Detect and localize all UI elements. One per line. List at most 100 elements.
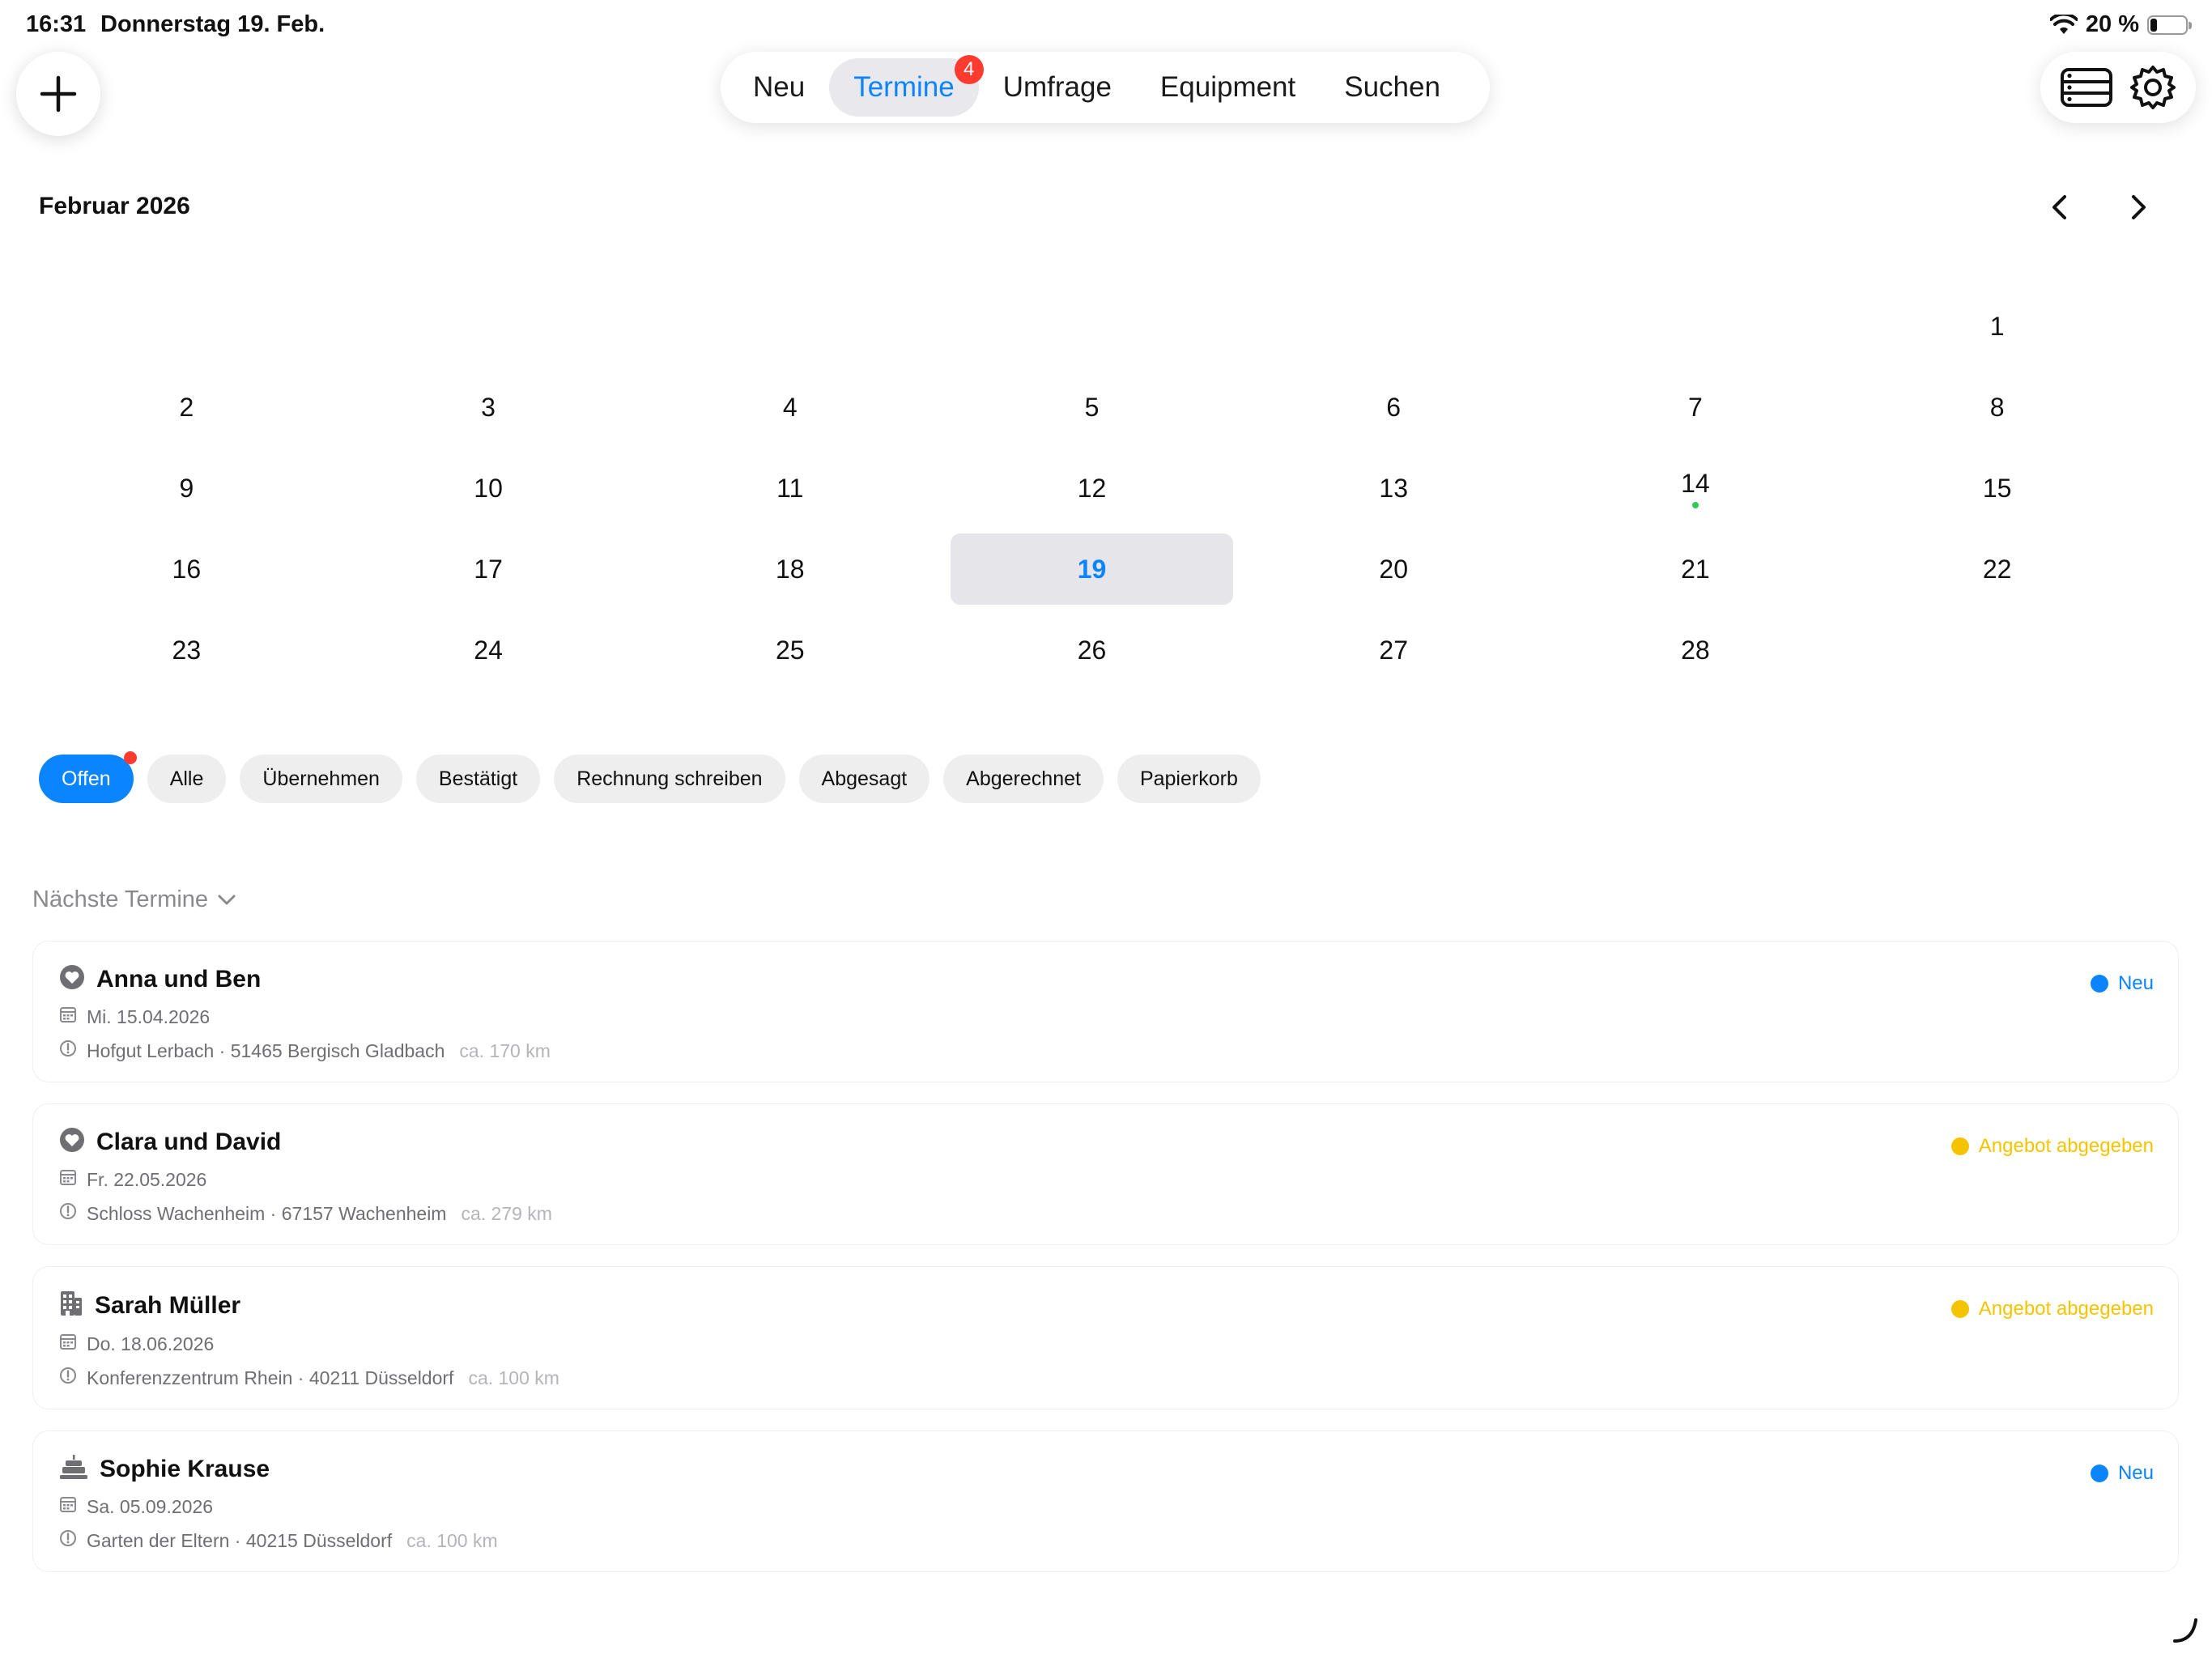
filter-chip[interactable]: Papierkorb (1117, 755, 1261, 803)
tab-termine[interactable]: Termine 4 (829, 55, 984, 117)
status-label: Neu (2117, 972, 2154, 994)
calendar-icon (59, 1168, 77, 1191)
status-bar: 16:31 Donnerstag 19. Feb. 20 % (0, 0, 2212, 52)
card-title-row: Anna und Ben (59, 964, 2152, 994)
appointment-card[interactable]: Clara und David Fr. 22.05.2026 Schloss Wac… (32, 1103, 2179, 1245)
day-number: 9 (179, 473, 194, 503)
day-number: 20 (1379, 554, 1408, 584)
calendar-day[interactable]: 17 (338, 534, 640, 605)
list-view-icon[interactable] (2060, 67, 2113, 108)
status-dot (1950, 1300, 1969, 1318)
calendar-day-selected[interactable]: 19 (951, 534, 1233, 605)
battery-level (2150, 18, 2158, 32)
day-number: 15 (1982, 473, 2012, 503)
appointment-distance: ca. 279 km (461, 1202, 552, 1224)
location-info-icon (59, 1367, 77, 1389)
calendar-day[interactable]: 3 (338, 372, 640, 443)
appointment-title: Sophie Krause (100, 1455, 270, 1482)
calendar-blank (1545, 291, 1847, 362)
day-number: 21 (1681, 554, 1710, 584)
calendar-day[interactable]: 4 (639, 372, 941, 443)
calendar-day[interactable]: 8 (1846, 372, 2148, 443)
calendar-day[interactable]: 6 (1243, 372, 1545, 443)
appointment-card[interactable]: Sophie Krause Sa. 05.09.2026 Garten der El… (32, 1431, 2179, 1572)
status-dot (2090, 1465, 2108, 1482)
tab-equipment[interactable]: Equipment (1136, 58, 1320, 117)
section-header[interactable]: Nächste Termine (32, 886, 236, 913)
appointment-date: Fr. 22.05.2026 (87, 1168, 207, 1190)
calendar-day[interactable]: 24 (338, 614, 640, 686)
appointment-location: Konferenzzentrum Rhein · 40211 Düsseldor… (87, 1367, 454, 1388)
add-button[interactable] (16, 52, 100, 136)
card-title-row: Clara und David (59, 1127, 2152, 1157)
calendar-day[interactable]: 18 (639, 534, 941, 605)
calendar-day[interactable]: 2 (36, 372, 338, 443)
tab-umfrage[interactable]: Umfrage (979, 58, 1136, 117)
filter-chip[interactable]: Übernehmen (240, 755, 402, 803)
appointment-location-row: Schloss Wachenheim · 67157 Wachenheim ca.… (59, 1202, 2152, 1225)
day-number: 23 (172, 635, 202, 665)
calendar-day[interactable]: 14 (1545, 453, 1847, 524)
appointment-card[interactable]: Sarah Müller Do. 18.06.2026 Konferenzzentr… (32, 1266, 2179, 1409)
filter-chip[interactable]: Rechnung schreiben (554, 755, 785, 803)
gear-icon[interactable] (2129, 64, 2176, 111)
calendar-day[interactable]: 5 (941, 372, 1243, 443)
appointment-location: Hofgut Lerbach · 51465 Bergisch Gladbach (87, 1039, 445, 1061)
status-indicator: Neu (2090, 972, 2154, 995)
tab-suchen[interactable]: Suchen (1320, 58, 1465, 117)
status-label: Angebot abgegeben (1978, 1298, 2154, 1320)
resize-handle-icon (2172, 1617, 2199, 1648)
calendar-day[interactable]: 12 (941, 453, 1243, 524)
section-title: Nächste Termine (32, 886, 209, 912)
appointment-list: Anna und Ben Mi. 15.04.2026 Hofgut Lerbach… (32, 941, 2179, 1593)
calendar-blank (941, 291, 1243, 362)
calendar-day[interactable]: 26 (941, 614, 1243, 686)
filter-chip[interactable]: Abgerechnet (943, 755, 1104, 803)
appointment-card[interactable]: Anna und Ben Mi. 15.04.2026 Hofgut Lerbach… (32, 941, 2179, 1082)
day-number: 3 (481, 392, 496, 422)
status-dot (1950, 1137, 1969, 1155)
day-number: 27 (1379, 635, 1408, 665)
appointment-date: Sa. 05.09.2026 (87, 1495, 214, 1517)
calendar-day[interactable]: 16 (36, 534, 338, 605)
cake-icon (59, 1454, 88, 1484)
filter-chip[interactable]: Offen (39, 751, 137, 803)
calendar-day[interactable]: 9 (36, 453, 338, 524)
calendar-day[interactable]: 28 (1545, 614, 1847, 686)
next-month-button[interactable] (2119, 188, 2158, 227)
filter-chip-label: Offen (62, 767, 111, 790)
calendar-day[interactable]: 25 (639, 614, 941, 686)
card-title-row: Sophie Krause (59, 1454, 2152, 1484)
filter-chip-label: Bestätigt (438, 767, 518, 790)
filter-chip[interactable]: Bestätigt (415, 755, 541, 803)
calendar-day[interactable]: 11 (639, 453, 941, 524)
calendar-day[interactable]: 15 (1846, 453, 2148, 524)
day-number: 14 (1681, 468, 1710, 498)
calendar-day[interactable]: 22 (1846, 534, 2148, 605)
calendar-day[interactable]: 23 (36, 614, 338, 686)
calendar-day[interactable]: 27 (1243, 614, 1545, 686)
calendar-day[interactable]: 10 (338, 453, 640, 524)
filter-chip-label: Abgesagt (821, 767, 908, 790)
chevron-right-icon (2132, 195, 2146, 219)
filter-chip-label: Papierkorb (1139, 767, 1238, 790)
calendar-day[interactable]: 21 (1545, 534, 1847, 605)
status-indicator: Neu (2090, 1462, 2154, 1485)
filter-chip[interactable]: Abgesagt (798, 755, 930, 803)
status-date: Donnerstag 19. Feb. (100, 11, 325, 37)
status-label: Angebot abgegeben (1978, 1135, 2154, 1157)
notification-dot (123, 751, 137, 764)
calendar-day[interactable]: 7 (1545, 372, 1847, 443)
appointment-title: Clara und David (96, 1128, 282, 1155)
tab-label: Equipment (1159, 71, 1296, 103)
calendar-day[interactable]: 1 (1846, 291, 2148, 362)
filter-chip[interactable]: Alle (147, 755, 227, 803)
tab-label: Termine (853, 71, 955, 103)
calendar-day[interactable]: 20 (1243, 534, 1545, 605)
calendar-day[interactable]: 13 (1243, 453, 1545, 524)
day-number: 25 (775, 635, 805, 665)
filter-chip-label: Übernehmen (262, 767, 380, 790)
previous-month-button[interactable] (2040, 188, 2079, 227)
tab-neu[interactable]: Neu (729, 58, 829, 117)
day-number: 22 (1982, 554, 2012, 584)
